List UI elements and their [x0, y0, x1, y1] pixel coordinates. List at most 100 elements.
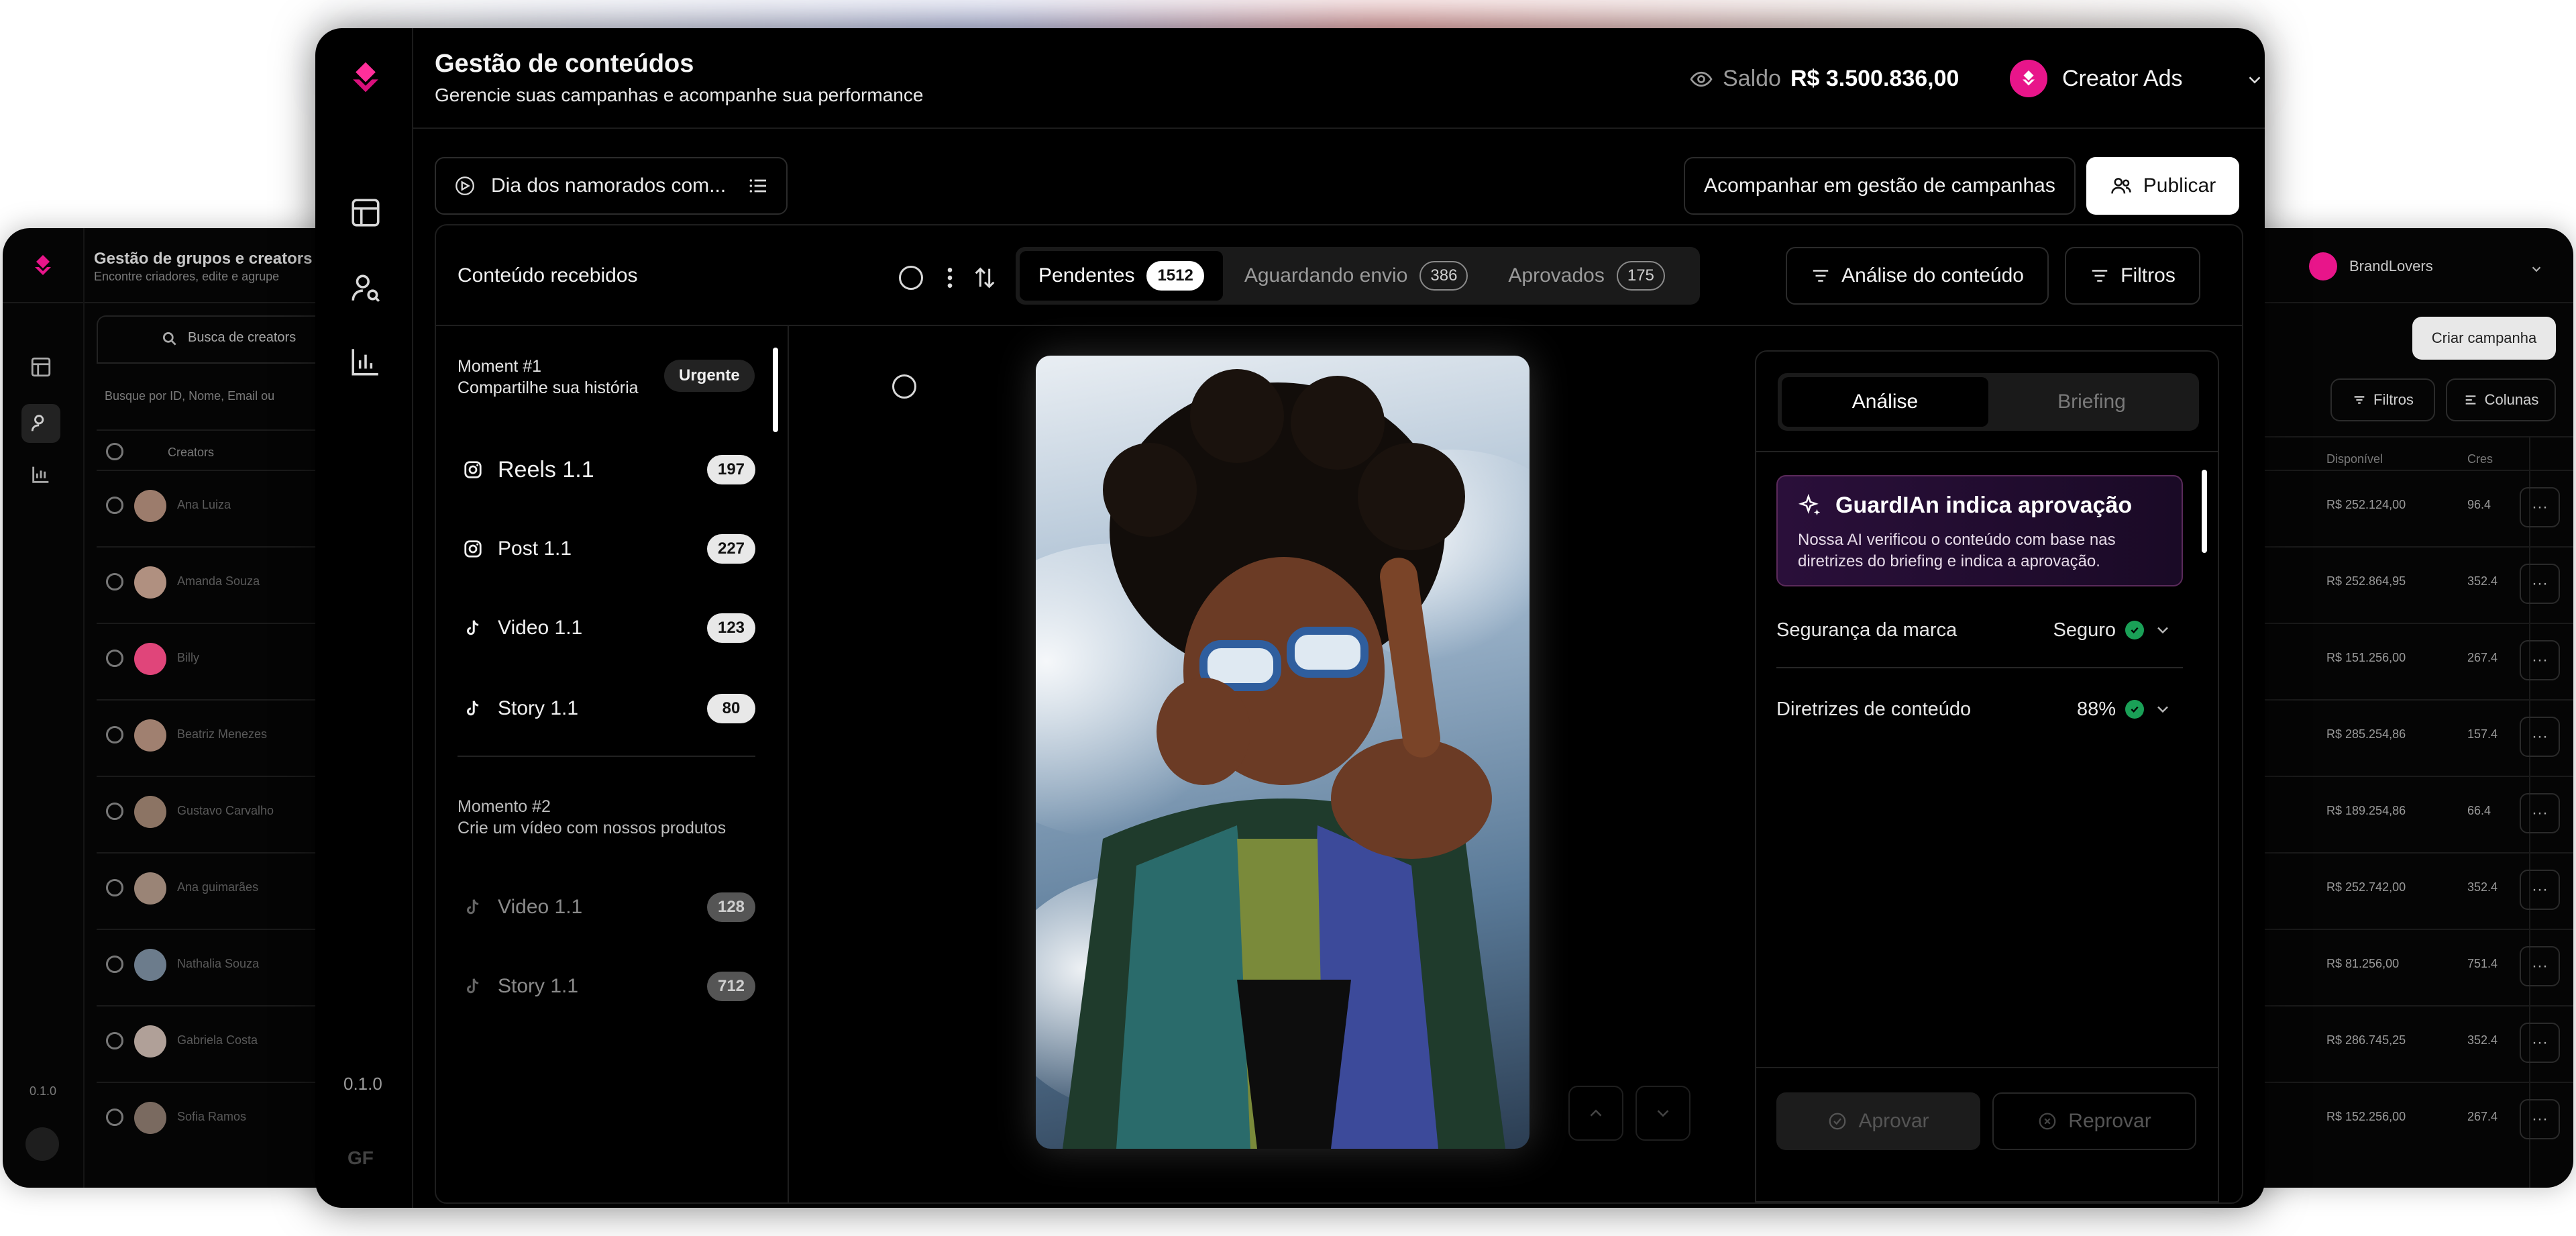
- next-content-button[interactable]: [1635, 1086, 1690, 1141]
- tab-pendentes[interactable]: Pendentes 1512: [1020, 251, 1223, 301]
- avatar: [134, 566, 166, 599]
- list-item[interactable]: Reels 1.1 197: [463, 450, 755, 490]
- chevron-up-icon: [1590, 1109, 1602, 1117]
- list-scrollbar[interactable]: [773, 348, 778, 432]
- row-actions-button[interactable]: ···: [2520, 793, 2560, 833]
- tab-aprovados[interactable]: Aprovados 175: [1489, 251, 1683, 301]
- list-item-label: Story 1.1: [498, 975, 579, 997]
- content-analysis-button[interactable]: Análise do conteúdo: [1786, 247, 2049, 305]
- chevron-down-icon[interactable]: [2153, 621, 2172, 639]
- publish-label: Publicar: [2143, 174, 2216, 197]
- check-circle-icon: [1829, 1113, 1846, 1130]
- avatar: [134, 1025, 166, 1058]
- list-item[interactable]: Story 1.1 712: [463, 966, 755, 1007]
- bg-row-checkbox[interactable]: [106, 879, 123, 896]
- bg-growth-value: 66.4: [2467, 804, 2491, 817]
- bg-row-checkbox[interactable]: [106, 803, 123, 820]
- analysis-scrollbar[interactable]: [2202, 470, 2207, 553]
- bg-row-checkbox[interactable]: [106, 1109, 123, 1126]
- filters-button[interactable]: Filtros: [2065, 247, 2200, 305]
- bg-creator-name: Beatriz Menezes: [177, 727, 268, 741]
- filters-label: Filtros: [2121, 264, 2176, 287]
- tab-briefing[interactable]: Briefing: [1988, 377, 2195, 427]
- bg-creator-name: Ana Luiza: [177, 498, 231, 511]
- bg-growth-value: 352.4: [2467, 880, 2498, 894]
- user-avatar[interactable]: GF: [347, 1147, 374, 1169]
- bg-available-value: R$ 152.256,00: [2326, 1110, 2406, 1123]
- reject-button[interactable]: Reprovar: [1992, 1092, 2196, 1150]
- row-actions-button[interactable]: ···: [2520, 640, 2560, 680]
- row-actions-button[interactable]: ···: [2520, 717, 2560, 757]
- bg-select-all[interactable]: [106, 443, 123, 460]
- instagram-icon: [463, 539, 483, 559]
- row-actions-button[interactable]: ···: [2520, 1099, 2560, 1139]
- content-guidelines-row[interactable]: Diretrizes de conteúdo 88%: [1776, 688, 2183, 730]
- list-item[interactable]: Story 1.1 80: [463, 688, 755, 729]
- more-vertical-icon[interactable]: [943, 264, 957, 291]
- bg-row-checkbox[interactable]: [106, 573, 123, 590]
- user-search-icon[interactable]: [349, 271, 382, 305]
- chevron-down-icon[interactable]: [2153, 700, 2172, 719]
- chart-icon[interactable]: [349, 345, 382, 378]
- filter-icon: [2354, 396, 2365, 404]
- avatar: [134, 872, 166, 905]
- select-content-checkbox[interactable]: [892, 374, 916, 399]
- list-item[interactable]: Video 1.1 128: [463, 887, 755, 927]
- bg-account[interactable]: BrandLovers: [2349, 258, 2433, 275]
- bg-available-value: R$ 286.745,25: [2326, 1033, 2406, 1047]
- list-item-label: Video 1.1: [498, 896, 583, 918]
- bg-filters-button[interactable]: Filtros: [2330, 378, 2435, 421]
- account-switcher[interactable]: Creator Ads: [2010, 58, 2265, 99]
- bg-subtitle: Encontre criadores, edite e agrupe: [94, 270, 280, 283]
- user-search-icon[interactable]: [30, 412, 52, 435]
- tab-aguardando-envio[interactable]: Aguardando envio 386: [1226, 251, 1487, 301]
- chevron-down-icon[interactable]: [2245, 70, 2265, 90]
- tab-analysis[interactable]: Análise: [1782, 377, 1988, 427]
- list-icon[interactable]: [747, 175, 769, 197]
- row-actions-button[interactable]: ···: [2520, 487, 2560, 527]
- table-icon[interactable]: [30, 356, 52, 378]
- avatar: [134, 719, 166, 752]
- list-item[interactable]: Post 1.1 227: [463, 529, 755, 569]
- chart-icon[interactable]: [30, 463, 52, 486]
- chevron-down-icon[interactable]: [2529, 262, 2544, 276]
- tab-label: Pendentes: [1038, 264, 1135, 287]
- bg-creator-name: Gabriela Costa: [177, 1033, 258, 1047]
- select-all-checkbox[interactable]: [899, 266, 923, 290]
- bg-columns-button[interactable]: Colunas: [2446, 378, 2556, 421]
- previous-content-button[interactable]: [1568, 1086, 1623, 1141]
- bg-growth-value: 96.4: [2467, 498, 2491, 511]
- bg-search-input[interactable]: Busque por ID, Nome, Email ou: [105, 389, 274, 403]
- list-item-count: 128: [707, 892, 755, 922]
- bg-row-checkbox[interactable]: [106, 1032, 123, 1049]
- content-panel-header: Conteúdo recebidos Pendentes 1512 Aguardan…: [436, 225, 2242, 326]
- list-item-count: 712: [707, 972, 755, 1001]
- brand-logo-icon[interactable]: [347, 60, 384, 97]
- campaign-select[interactable]: Dia dos namorados com...: [435, 157, 788, 215]
- list-item[interactable]: Video 1.1 123: [463, 608, 755, 648]
- table-icon[interactable]: [349, 196, 382, 229]
- sort-icon[interactable]: [971, 264, 998, 291]
- bg-creator-name: Ana guimarães: [177, 880, 259, 894]
- search-icon: [162, 331, 176, 346]
- bg-growth-value: 352.4: [2467, 1033, 2498, 1047]
- row-actions-button[interactable]: ···: [2520, 946, 2560, 986]
- brand-safety-row[interactable]: Segurança da marca Seguro: [1776, 609, 2183, 651]
- content-photo[interactable]: [1036, 356, 1529, 1149]
- eye-icon[interactable]: [1689, 67, 1713, 91]
- approve-button[interactable]: Aprovar: [1776, 1092, 1980, 1150]
- bg-row-checkbox[interactable]: [106, 650, 123, 667]
- track-campaigns-button[interactable]: Acompanhar em gestão de campanhas: [1684, 157, 2076, 215]
- row-actions-button[interactable]: ···: [2520, 564, 2560, 604]
- brand-safety-value: Seguro: [2053, 619, 2116, 641]
- bg-create-campaign-button[interactable]: Criar campanha: [2412, 317, 2556, 360]
- row-actions-button[interactable]: ···: [2520, 1023, 2560, 1063]
- bg-search-tab[interactable]: Busca de creators: [188, 330, 296, 346]
- bg-row-checkbox[interactable]: [106, 726, 123, 743]
- publish-button[interactable]: Publicar: [2086, 157, 2239, 215]
- row-actions-button[interactable]: ···: [2520, 870, 2560, 910]
- bg-row-checkbox[interactable]: [106, 956, 123, 973]
- list-item-count: 227: [707, 534, 755, 564]
- bg-row-checkbox[interactable]: [106, 497, 123, 514]
- brand-safety-label: Segurança da marca: [1776, 619, 1957, 641]
